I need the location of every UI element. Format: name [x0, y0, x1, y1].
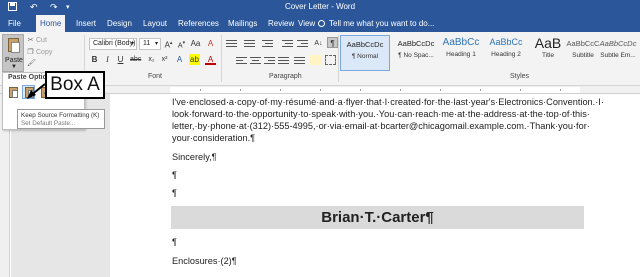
grow-font-button[interactable]: A▴	[163, 38, 174, 50]
cut-button[interactable]: ✂ Cut	[27, 36, 47, 44]
body-paragraph-line-4[interactable]: your·consideration.¶	[172, 132, 592, 144]
font-group-label: Font	[148, 73, 163, 80]
blank-paragraph[interactable]: ¶	[172, 187, 592, 199]
copy-button[interactable]: ❐ Copy	[27, 48, 52, 56]
blank-paragraph[interactable]: ¶	[172, 236, 592, 248]
chevron-down-icon: ▾	[130, 41, 134, 47]
keep-source-formatting-option[interactable]	[6, 85, 19, 99]
subscript-button[interactable]: x₂	[146, 54, 157, 65]
change-case-button[interactable]: Aa	[190, 38, 201, 49]
shrink-font-button[interactable]: A▾	[176, 38, 187, 49]
tab-mailings[interactable]: Mailings	[224, 15, 261, 32]
format-painter-button[interactable]: 🖌	[27, 59, 36, 67]
lightbulb-icon	[318, 20, 325, 27]
line-spacing-icon[interactable]	[294, 55, 305, 65]
font-size-select[interactable]: 11 ▾	[139, 38, 161, 50]
show-formatting-marks-button[interactable]: ¶	[327, 37, 338, 48]
shading-icon[interactable]	[310, 55, 321, 65]
font-name-select[interactable]: Calibri (Body) ▾	[89, 38, 137, 50]
paragraph-group-label: Paragraph	[269, 73, 302, 80]
blank-paragraph[interactable]: ¶	[172, 169, 592, 181]
tell-me-box[interactable]: Tell me what you want to do...	[318, 15, 434, 32]
text-effects-button[interactable]: A	[174, 54, 185, 65]
styles-gallery: AaBbCcDc ¶ Normal AaBbCcDc ¶ No Spac... …	[340, 35, 636, 71]
align-right-icon[interactable]	[264, 55, 275, 65]
numbering-icon[interactable]	[244, 38, 255, 48]
format-painter-icon: 🖌	[27, 60, 36, 67]
superscript-button[interactable]: x²	[159, 54, 170, 65]
tab-layout[interactable]: Layout	[139, 15, 171, 32]
underline-button[interactable]: U	[115, 54, 126, 65]
align-left-icon[interactable]	[236, 55, 247, 65]
box-a-callout: Box A	[45, 71, 105, 99]
paste-button[interactable]: Paste ▼	[2, 34, 24, 72]
tab-references[interactable]: References	[174, 15, 223, 32]
bullets-icon[interactable]	[226, 38, 237, 48]
merge-formatting-option[interactable]	[22, 85, 35, 99]
body-paragraph-line-1[interactable]: I've·enclosed·a·copy·of·my·résumé·and·a·…	[172, 96, 604, 108]
paste-label: Paste	[5, 57, 23, 64]
signature-name[interactable]: Brian·T.·Carter¶	[171, 206, 584, 229]
borders-icon[interactable]	[325, 55, 336, 65]
sort-button[interactable]: A↓	[313, 38, 324, 49]
bold-button[interactable]: B	[89, 54, 100, 65]
align-center-icon[interactable]	[250, 55, 261, 65]
tab-design[interactable]: Design	[103, 15, 136, 32]
italic-button[interactable]: I	[102, 54, 113, 65]
increase-indent-icon[interactable]	[297, 38, 308, 48]
copy-icon: ❐	[27, 49, 34, 56]
tab-view[interactable]: View	[294, 15, 319, 32]
chevron-down-icon: ▾	[154, 41, 158, 47]
style-normal[interactable]: AaBbCcDc ¶ Normal	[340, 35, 390, 71]
ribbon-tab-bar: File Home Insert Design Layout Reference…	[0, 15, 640, 32]
scissors-icon: ✂	[27, 37, 34, 44]
chevron-down-icon[interactable]: ▼	[3, 64, 25, 70]
style-no-spacing[interactable]: AaBbCcDc ¶ No Spac...	[391, 35, 441, 71]
closing-line[interactable]: Sincerely,¶	[172, 151, 592, 163]
tab-home[interactable]: Home	[36, 15, 66, 32]
body-paragraph-line-3[interactable]: letter,·by·phone·at·(312)·555-4995,·or·v…	[172, 120, 592, 132]
enclosures-line[interactable]: Enclosures·(2)¶	[172, 255, 592, 267]
highlight-button[interactable]: ab	[189, 54, 200, 65]
paste-option-tooltip: Keep Source Formatting (K) Set Default P…	[17, 109, 105, 129]
style-subtle-emphasis[interactable]: AaBbCcDc Subtle Em...	[598, 35, 638, 71]
clear-formatting-button[interactable]: A	[205, 38, 216, 49]
strikethrough-button[interactable]: abc	[130, 54, 141, 65]
window-title: Cover Letter - Word	[284, 2, 356, 11]
style-heading-1[interactable]: AaBbCc Heading 1	[436, 35, 486, 71]
tab-insert[interactable]: Insert	[72, 15, 100, 32]
tell-me-text: Tell me what you want to do...	[329, 19, 435, 28]
body-paragraph-line-2[interactable]: look·forward·to·the·opportunity·to·speak…	[172, 108, 592, 120]
tab-file[interactable]: File	[4, 15, 25, 32]
styles-group-label: Styles	[510, 73, 530, 80]
multilevel-list-icon[interactable]	[262, 38, 273, 48]
title-bar: ↶ ↷ ▾ Cover Letter - Word	[0, 0, 640, 15]
decrease-indent-icon[interactable]	[282, 38, 293, 48]
justify-icon[interactable]	[278, 55, 289, 65]
font-color-button[interactable]: A	[205, 54, 216, 65]
